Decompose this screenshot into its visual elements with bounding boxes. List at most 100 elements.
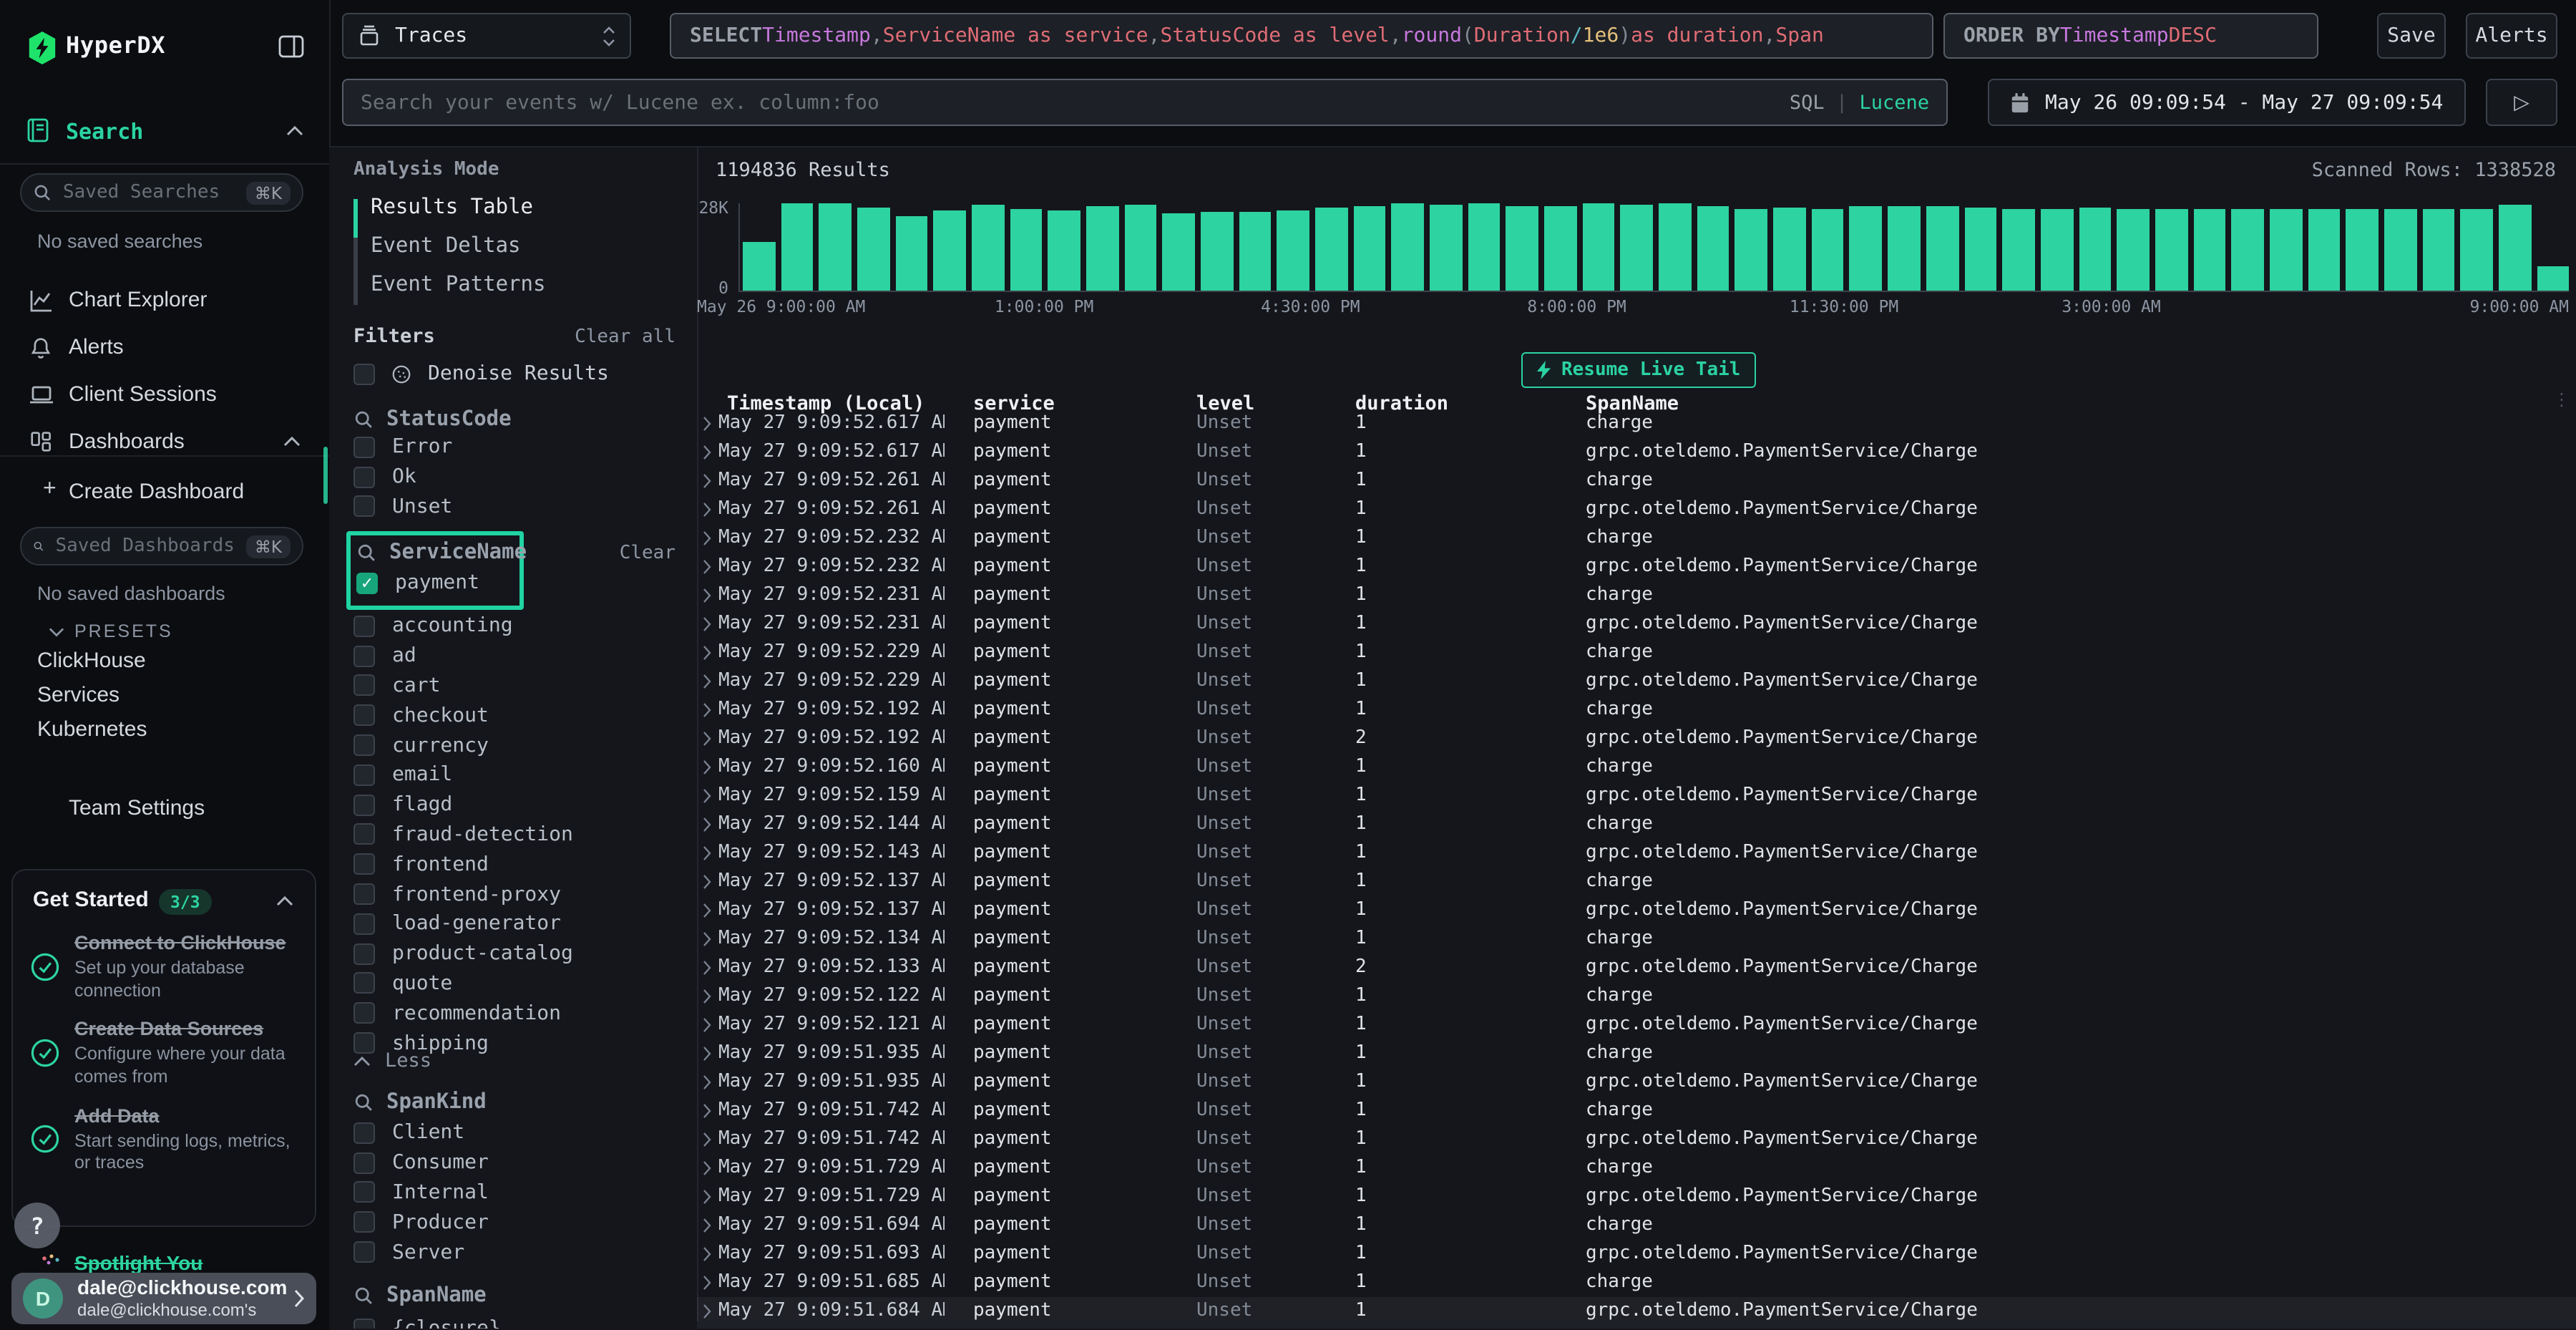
- help-button[interactable]: ?: [14, 1203, 60, 1248]
- chevron-up-icon[interactable]: [283, 437, 301, 447]
- histogram-bar[interactable]: [2155, 210, 2187, 291]
- checkbox-icon[interactable]: [353, 705, 375, 727]
- histogram-bar[interactable]: [1850, 206, 1882, 291]
- histogram-bar[interactable]: [1392, 204, 1424, 291]
- expand-row-chevron-icon[interactable]: [697, 1039, 718, 1068]
- expand-row-chevron-icon[interactable]: [697, 868, 718, 896]
- filter-option[interactable]: {closure}: [342, 1314, 697, 1329]
- histogram-bar[interactable]: [743, 242, 775, 291]
- mode-sql-toggle[interactable]: SQL: [1790, 91, 1825, 114]
- histogram-bar[interactable]: [1659, 204, 1691, 291]
- horizontal-scrollbar[interactable]: [697, 1321, 2576, 1329]
- expand-row-chevron-icon[interactable]: [697, 896, 718, 925]
- histogram-bar[interactable]: [819, 203, 852, 291]
- filter-option[interactable]: checkout: [342, 701, 697, 731]
- histogram-bar[interactable]: [1239, 212, 1271, 291]
- collapse-options-toggle[interactable]: Less: [353, 1049, 431, 1072]
- table-row[interactable]: May 27 9:09:52.617 AM payment Unset 1 gr…: [697, 438, 2576, 467]
- expand-row-chevron-icon[interactable]: [697, 438, 718, 467]
- get-started-item[interactable]: Connect to ClickHouseSet up your databas…: [13, 931, 315, 1003]
- filter-option[interactable]: Internal: [342, 1178, 697, 1208]
- table-row[interactable]: May 27 9:09:52.134 AM payment Unset 1 ch…: [697, 925, 2576, 953]
- checkbox-icon[interactable]: [353, 883, 375, 905]
- table-row[interactable]: May 27 9:09:52.144 AM payment Unset 1 ch…: [697, 810, 2576, 839]
- table-row[interactable]: May 27 9:09:52.192 AM payment Unset 1 ch…: [697, 696, 2576, 724]
- histogram-bar[interactable]: [1315, 207, 1347, 291]
- histogram-bar[interactable]: [2384, 210, 2416, 291]
- table-row[interactable]: May 27 9:09:52.232 AM payment Unset 1 gr…: [697, 553, 2576, 581]
- table-row[interactable]: May 27 9:09:51.729 AM payment Unset 1 gr…: [697, 1183, 2576, 1211]
- filter-option[interactable]: frontend: [342, 850, 697, 880]
- filter-option[interactable]: fraud-detection: [342, 820, 697, 850]
- checkbox-icon[interactable]: [353, 496, 375, 518]
- filter-option[interactable]: Client: [342, 1118, 697, 1148]
- checkbox-checked-icon[interactable]: [356, 573, 378, 594]
- filter-option[interactable]: Unset: [342, 492, 697, 522]
- drag-handle-icon[interactable]: ⋮: [2553, 389, 2570, 409]
- filter-option-payment[interactable]: payment: [345, 568, 514, 598]
- results-histogram[interactable]: [738, 203, 2569, 292]
- histogram-bar[interactable]: [1964, 208, 1996, 291]
- table-row[interactable]: May 27 9:09:52.232 AM payment Unset 1 ch…: [697, 524, 2576, 553]
- sidebar-item-client-sessions[interactable]: Client Sessions: [0, 371, 329, 418]
- table-row[interactable]: May 27 9:09:51.742 AM payment Unset 1 ch…: [697, 1097, 2576, 1125]
- clear-all-filters-link[interactable]: Clear all: [555, 326, 675, 348]
- expand-row-chevron-icon[interactable]: [697, 1125, 718, 1154]
- table-row[interactable]: May 27 9:09:52.133 AM payment Unset 2 gr…: [697, 953, 2576, 982]
- histogram-bar[interactable]: [2460, 208, 2492, 291]
- histogram-bar[interactable]: [2422, 210, 2454, 291]
- histogram-bar[interactable]: [2079, 207, 2111, 291]
- filter-option[interactable]: email: [342, 760, 697, 790]
- histogram-bar[interactable]: [1277, 210, 1309, 291]
- table-row[interactable]: May 27 9:09:52.231 AM payment Unset 1 ch…: [697, 581, 2576, 610]
- sidebar-scrollbar-thumb[interactable]: [323, 447, 328, 504]
- checkbox-icon[interactable]: [353, 1319, 375, 1329]
- source-selector[interactable]: Traces: [342, 13, 631, 59]
- analysis-mode-event-patterns[interactable]: Event Patterns: [371, 273, 545, 305]
- search-icon[interactable]: [353, 1286, 374, 1306]
- histogram-bar[interactable]: [1506, 205, 1538, 291]
- search-icon[interactable]: [353, 409, 374, 429]
- sidebar-item-alerts[interactable]: Alerts: [0, 324, 329, 371]
- chevron-down-icon[interactable]: [49, 627, 64, 637]
- expand-row-chevron-icon[interactable]: [697, 495, 718, 524]
- checkbox-icon[interactable]: [353, 764, 375, 786]
- expand-row-chevron-icon[interactable]: [697, 1211, 718, 1240]
- sidebar-item-dashboards[interactable]: Dashboards: [0, 418, 329, 465]
- histogram-bar[interactable]: [2308, 210, 2340, 291]
- checkbox-icon[interactable]: [353, 675, 375, 696]
- histogram-bar[interactable]: [781, 204, 813, 291]
- table-row[interactable]: May 27 9:09:52.192 AM payment Unset 2 gr…: [697, 724, 2576, 753]
- table-row[interactable]: May 27 9:09:52.137 AM payment Unset 1 ch…: [697, 868, 2576, 896]
- preset-item-clickhouse[interactable]: ClickHouse: [37, 649, 146, 673]
- histogram-bar[interactable]: [1583, 203, 1615, 291]
- filter-option[interactable]: Producer: [342, 1208, 697, 1238]
- histogram-bar[interactable]: [1735, 208, 1767, 291]
- expand-row-chevron-icon[interactable]: [697, 581, 718, 610]
- filter-option[interactable]: currency: [342, 730, 697, 760]
- expand-row-chevron-icon[interactable]: [697, 1011, 718, 1039]
- table-row[interactable]: May 27 9:09:52.160 AM payment Unset 1 ch…: [697, 753, 2576, 782]
- histogram-bar[interactable]: [1621, 205, 1653, 291]
- histogram-bar[interactable]: [972, 205, 1004, 291]
- alerts-button[interactable]: Alerts: [2466, 13, 2557, 59]
- clear-servicename-link[interactable]: Clear: [598, 543, 675, 564]
- chevron-up-icon[interactable]: [286, 126, 303, 136]
- histogram-bar[interactable]: [2231, 210, 2263, 291]
- filter-option[interactable]: Ok: [342, 462, 697, 492]
- expand-row-chevron-icon[interactable]: [697, 1240, 718, 1268]
- analysis-mode-event-deltas[interactable]: Event Deltas: [371, 235, 521, 266]
- checkbox-icon[interactable]: [353, 734, 375, 756]
- histogram-bar[interactable]: [1812, 209, 1844, 291]
- checkbox-icon[interactable]: [353, 466, 375, 487]
- table-row[interactable]: May 27 9:09:52.261 AM payment Unset 1 ch…: [697, 467, 2576, 495]
- search-input[interactable]: Search your events w/ Lucene ex. column:…: [342, 79, 1948, 126]
- histogram-bar[interactable]: [1086, 206, 1118, 291]
- mode-lucene-toggle[interactable]: Lucene: [1859, 91, 1929, 114]
- table-row[interactable]: May 27 9:09:51.935 AM payment Unset 1 ch…: [697, 1039, 2576, 1068]
- expand-row-chevron-icon[interactable]: [697, 524, 718, 553]
- histogram-bar[interactable]: [1773, 208, 1805, 291]
- expand-row-chevron-icon[interactable]: [697, 782, 718, 810]
- histogram-bar[interactable]: [2537, 266, 2569, 291]
- histogram-bar[interactable]: [1163, 213, 1195, 291]
